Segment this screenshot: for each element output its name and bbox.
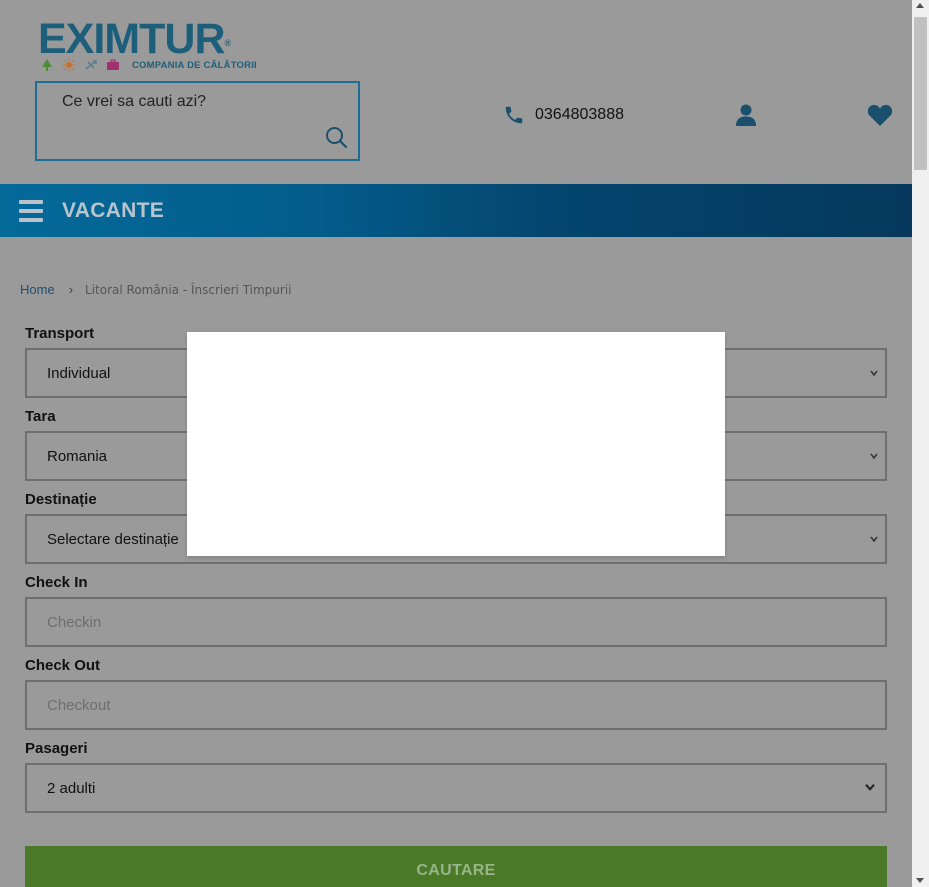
search-submit-button[interactable]: CAUTARE	[25, 846, 887, 887]
breadcrumb-current: Litoral România - Înscrieri Timpurii	[85, 282, 292, 297]
destinatie-value: Selectare destinație	[47, 530, 179, 548]
logo-tagline: COMPANIA DE CĂLĂTORII	[132, 60, 257, 71]
scroll-up-arrow-icon[interactable]	[916, 3, 924, 8]
chevron-down-icon	[865, 784, 875, 791]
modal-dialog	[187, 332, 725, 556]
checkout-field[interactable]: Checkout	[25, 680, 887, 730]
pasageri-value: 2 adulti	[47, 779, 96, 797]
nav-menu-label[interactable]: VACANTE	[62, 199, 164, 223]
user-icon[interactable]	[735, 103, 757, 127]
phone-contact[interactable]: 0364803888	[503, 104, 624, 126]
scroll-down-arrow-icon[interactable]	[916, 878, 924, 883]
vertical-scrollbar[interactable]	[912, 0, 929, 887]
checkin-field[interactable]: Checkin	[25, 597, 887, 647]
breadcrumb: Home › Litoral România - Înscrieri Timpu…	[20, 282, 292, 297]
page: EXIMTUR® COMPANIA DE CĂLĂTORII 036480388…	[0, 0, 912, 887]
scrollbar-thumb[interactable]	[914, 17, 927, 170]
suitcase-icon	[107, 59, 119, 70]
hamburger-menu-icon[interactable]	[19, 200, 43, 222]
logo-wordmark: EXIMTUR®	[38, 15, 231, 63]
search-icon[interactable]	[324, 125, 348, 149]
search-input[interactable]	[62, 93, 322, 111]
phone-number: 0364803888	[535, 106, 624, 123]
checkin-placeholder: Checkin	[47, 613, 102, 631]
search-box	[35, 81, 360, 161]
breadcrumb-separator: ›	[68, 282, 74, 297]
main-nav-bar: VACANTE	[0, 184, 912, 237]
plane-icon	[85, 60, 97, 70]
chevron-down-icon	[870, 536, 878, 543]
pasageri-select[interactable]: 2 adulti	[25, 763, 887, 813]
sun-icon	[63, 59, 75, 71]
phone-icon	[505, 106, 523, 124]
chevron-down-icon	[870, 453, 878, 460]
tree-icon	[42, 59, 52, 71]
breadcrumb-home-link[interactable]: Home	[20, 282, 55, 297]
checkin-label: Check In	[25, 574, 88, 591]
tara-value: Romania	[47, 447, 108, 465]
eximtur-logo[interactable]: EXIMTUR® COMPANIA DE CĂLĂTORII	[38, 18, 268, 74]
transport-value: Individual	[47, 364, 111, 382]
checkout-placeholder: Checkout	[47, 696, 111, 714]
heart-icon[interactable]	[867, 103, 893, 127]
checkout-label: Check Out	[25, 657, 101, 674]
logo-icons	[40, 59, 120, 71]
pasageri-label: Pasageri	[25, 740, 88, 757]
chevron-down-icon	[870, 370, 878, 377]
